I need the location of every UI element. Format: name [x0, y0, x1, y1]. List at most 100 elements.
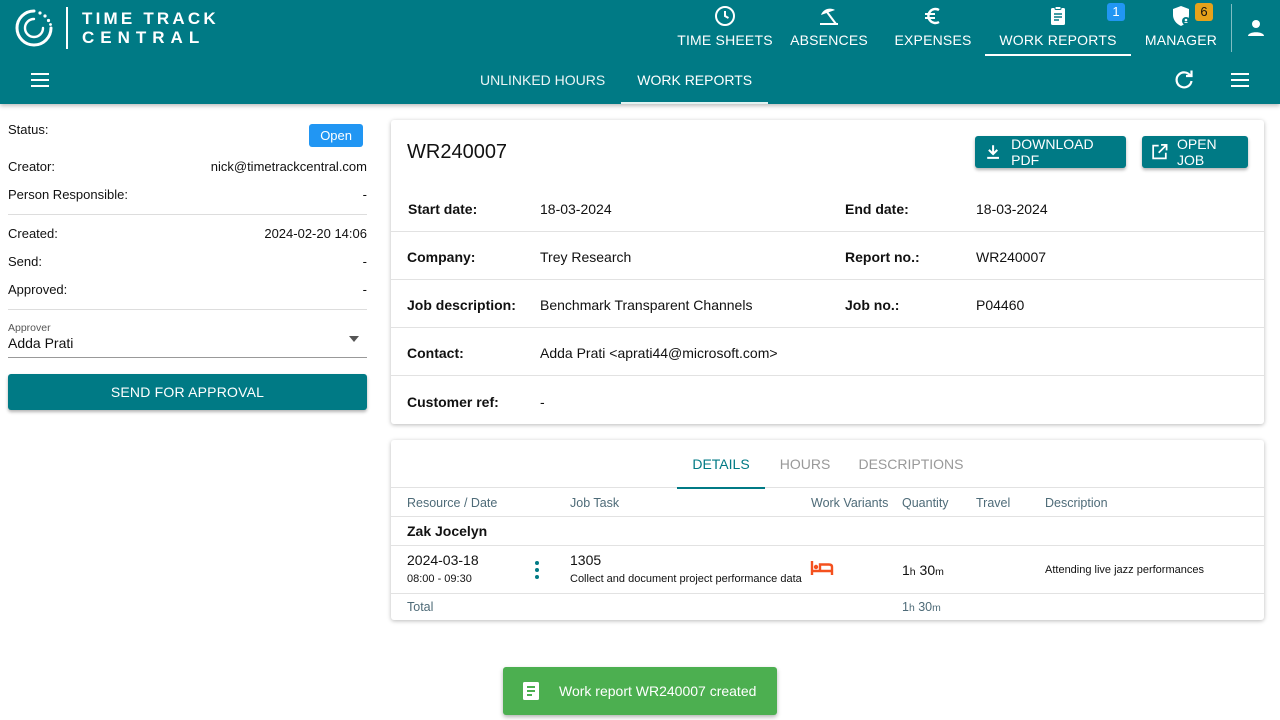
menu-icon[interactable]	[28, 68, 52, 92]
nav-work-reports[interactable]: WORK REPORTS 1	[985, 0, 1131, 56]
resource-group-name: Zak Jocelyn	[407, 523, 488, 539]
col-description: Description	[1045, 496, 1108, 510]
created-row: Created: 2024-02-20 14:06	[8, 219, 367, 247]
nav-label: TIME SHEETS	[677, 32, 773, 48]
job-no-value: P04460	[976, 297, 1025, 313]
nav-manager[interactable]: MANAGER 6	[1131, 0, 1231, 56]
download-pdf-button[interactable]: DOWNLOAD PDF	[975, 136, 1126, 168]
open-job-button[interactable]: OPEN JOB	[1142, 136, 1248, 168]
total-quantity: 1h 30m	[902, 600, 941, 614]
toast-message: Work report WR240007 created	[559, 683, 757, 699]
nav-time-sheets[interactable]: TIME SHEETS	[673, 0, 777, 56]
tab-unlinked-hours[interactable]: UNLINKED HOURS	[464, 56, 621, 104]
total-label: Total	[407, 600, 434, 614]
customer-ref-value: -	[540, 394, 545, 410]
report-no-value: WR240007	[976, 249, 1047, 265]
divider	[8, 214, 367, 215]
status-label: Status:	[8, 122, 49, 137]
row-date: 2024-03-18	[407, 552, 479, 568]
company-value: Trey Research	[540, 249, 632, 265]
person-responsible-label: Person Responsible:	[8, 186, 128, 202]
clipboard-icon	[1051, 6, 1065, 25]
nav-label: EXPENSES	[894, 32, 972, 48]
approver-label: Approver	[8, 322, 51, 334]
user-menu-button[interactable]	[1232, 0, 1280, 56]
row-time: 08:00 - 09:30	[407, 573, 472, 585]
sub-tabs: UNLINKED HOURS WORK REPORTS	[464, 56, 769, 104]
tab-details[interactable]: DETAILS	[677, 440, 765, 489]
nav-label: WORK REPORTS	[999, 32, 1117, 48]
dates-row: Start date: 18-03-2024 End date: 18-03-2…	[391, 184, 1264, 232]
shield-user-icon	[1173, 6, 1190, 26]
row-description: Attending live jazz performances	[1045, 564, 1204, 576]
send-value: -	[362, 253, 367, 269]
report-card: WR240007 DOWNLOAD PDF OPEN JOB Start dat…	[391, 120, 1264, 424]
details-tabs: DETAILS HOURS DESCRIPTIONS	[391, 440, 1264, 489]
created-value: 2024-02-20 14:06	[264, 225, 367, 241]
app-logo[interactable]: TIME TRACK CENTRAL	[14, 7, 219, 49]
bed-icon	[810, 561, 834, 575]
tab-work-reports[interactable]: WORK REPORTS	[621, 56, 769, 104]
tab-hours[interactable]: HOURS	[765, 440, 845, 488]
contact-label: Contact:	[407, 345, 464, 361]
job-description-value: Benchmark Transparent Channels	[540, 297, 753, 313]
report-no-label: Report no.:	[845, 249, 920, 265]
beach-umbrella-icon	[820, 8, 838, 25]
person-responsible-value: -	[362, 186, 367, 202]
divider	[391, 516, 1264, 517]
refresh-icon[interactable]	[1172, 68, 1196, 92]
end-date-value: 18-03-2024	[976, 201, 1048, 217]
job-no-label: Job no.:	[845, 297, 900, 313]
app-header: TIME TRACK CENTRAL TIME SHEETS ABSENCES …	[0, 0, 1280, 104]
download-icon	[987, 145, 999, 159]
nav-label: MANAGER	[1144, 32, 1218, 48]
divider	[8, 309, 367, 310]
job-row: Job description: Benchmark Transparent C…	[391, 280, 1264, 328]
nav-label: ABSENCES	[790, 32, 868, 48]
sub-nav: UNLINKED HOURS WORK REPORTS	[0, 56, 1280, 104]
tab-descriptions[interactable]: DESCRIPTIONS	[845, 440, 977, 488]
person-responsible-row: Person Responsible: -	[8, 180, 367, 208]
open-in-new-icon	[1152, 144, 1168, 160]
start-date-label: Start date:	[408, 201, 478, 217]
logo-icon	[15, 9, 53, 47]
nav-absences[interactable]: ABSENCES	[777, 0, 881, 56]
euro-icon	[925, 7, 940, 25]
contact-row: Contact: Adda Prati <aprati44@microsoft.…	[391, 328, 1264, 376]
creator-value: nick@timetrackcentral.com	[210, 158, 367, 174]
logo-text: TIME TRACK CENTRAL	[82, 9, 219, 47]
approver-value: Adda Prati	[8, 335, 74, 351]
document-icon	[523, 682, 539, 700]
divider	[391, 545, 1264, 546]
more-menu-icon[interactable]	[1228, 68, 1252, 92]
job-description-label: Job description:	[407, 297, 516, 313]
col-job-task: Job Task	[570, 496, 620, 510]
end-date-label: End date:	[845, 201, 909, 217]
more-vert-icon[interactable]	[525, 558, 549, 582]
approved-label: Approved:	[8, 281, 68, 297]
approver-select[interactable]: Approver Adda Prati	[8, 322, 367, 358]
report-title: WR240007	[407, 141, 508, 163]
company-row: Company: Trey Research Report no.: WR240…	[391, 232, 1264, 280]
open-job-label: OPEN JOB	[1176, 136, 1217, 168]
logo-line-2: CENTRAL	[82, 28, 206, 47]
col-quantity: Quantity	[902, 496, 949, 510]
customer-ref-row: Customer ref: -	[391, 377, 1264, 425]
nav-expenses[interactable]: EXPENSES	[881, 0, 985, 56]
row-task-name: Collect and document project performance…	[570, 573, 802, 585]
approved-row: Approved: -	[8, 275, 367, 303]
col-resource-date: Resource / Date	[407, 496, 498, 510]
company-label: Company:	[407, 249, 476, 265]
send-row: Send: -	[8, 247, 367, 275]
work-reports-badge: 1	[1107, 3, 1125, 21]
status-row: Status: Open	[8, 104, 367, 152]
start-date-value: 18-03-2024	[540, 201, 612, 217]
row-quantity: 1h 30m	[902, 562, 944, 578]
send-for-approval-button[interactable]: SEND FOR APPROVAL	[8, 374, 367, 410]
customer-ref-label: Customer ref:	[407, 394, 499, 410]
chevron-down-icon	[349, 336, 359, 342]
clock-icon	[715, 6, 735, 26]
divider	[391, 593, 1264, 594]
row-task-no: 1305	[570, 552, 602, 568]
status-badge: Open	[309, 124, 363, 147]
